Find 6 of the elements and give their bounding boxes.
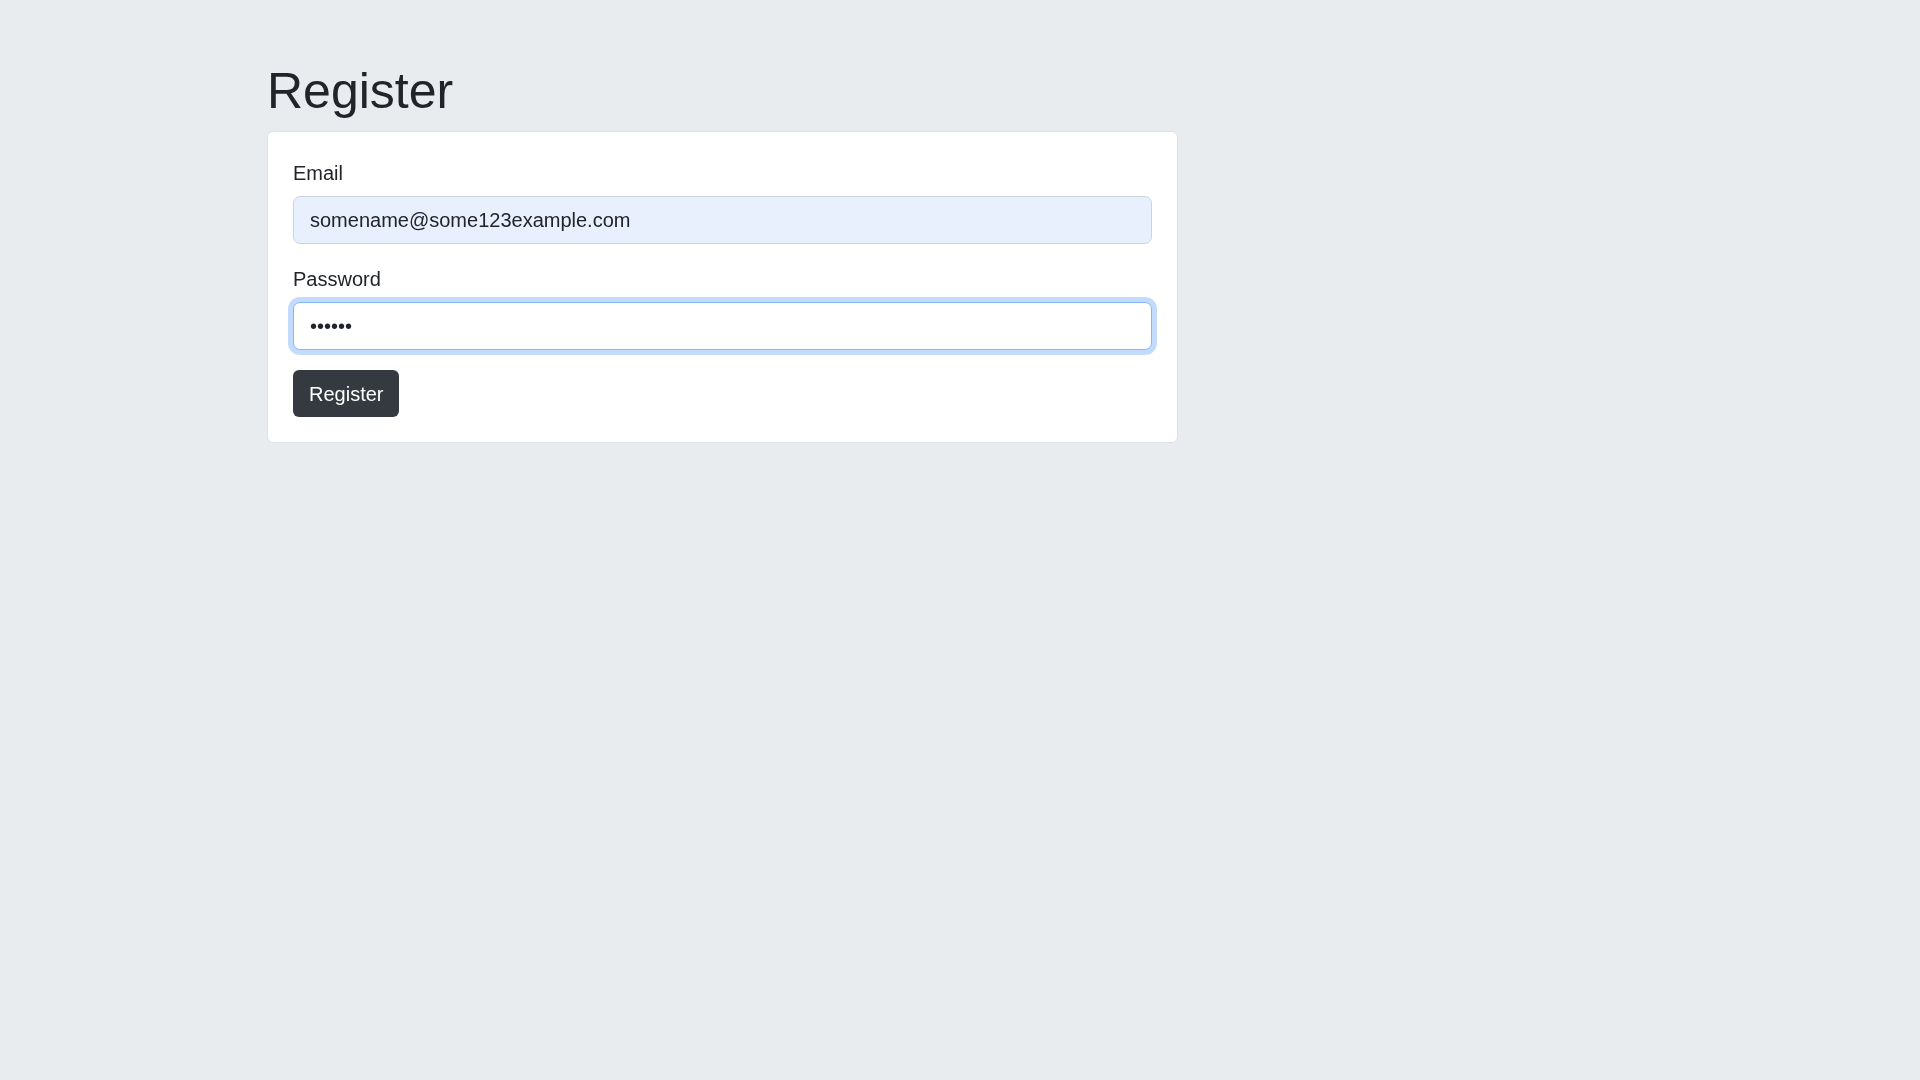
register-button[interactable]: Register bbox=[293, 370, 400, 417]
field-label: Password bbox=[293, 267, 381, 292]
page-title: Register bbox=[267, 62, 454, 121]
email-input[interactable]: somename@some123example.com bbox=[293, 196, 1152, 244]
field-label: Email bbox=[293, 161, 343, 186]
password-input[interactable]: •••••• bbox=[293, 302, 1152, 350]
